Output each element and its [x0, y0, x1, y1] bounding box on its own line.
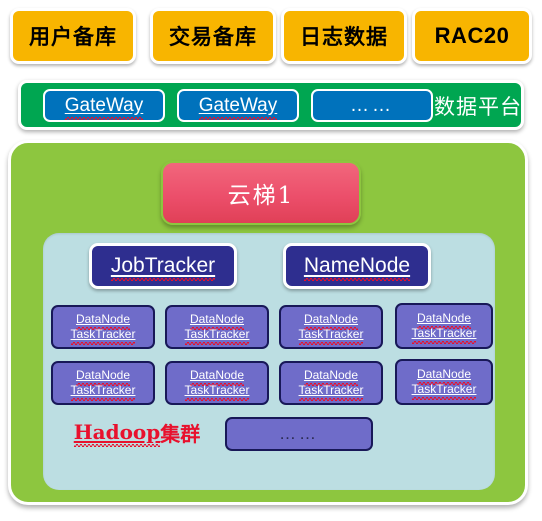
yunti-node[interactable]: 云梯1 — [161, 161, 361, 225]
datanode-label-1: DataNode — [75, 312, 131, 330]
datanode-tasktracker-5[interactable]: DataNode TaskTracker — [51, 361, 155, 405]
datanode-label-4: DataNode — [416, 311, 472, 329]
cluster-container: 云梯1 JobTracker NameNode DataNode TaskTra… — [8, 140, 528, 505]
source-box-log-data[interactable]: 日志数据 — [281, 8, 407, 64]
data-platform-bar: GateWay GateWay …… 数据平台 — [18, 80, 524, 130]
hadoop-caption-suffix: 集群 — [160, 421, 201, 446]
tasktracker-label-1: TaskTracker — [70, 327, 136, 345]
datanode-tasktracker-6[interactable]: DataNode TaskTracker — [165, 361, 269, 405]
datanode-tasktracker-8[interactable]: DataNode TaskTracker — [395, 359, 493, 405]
datanode-label-5: DataNode — [75, 368, 131, 386]
tasktracker-label-5: TaskTracker — [70, 383, 136, 401]
datanode-tasktracker-7[interactable]: DataNode TaskTracker — [279, 361, 383, 405]
source-box-user-backup[interactable]: 用户备库 — [10, 8, 136, 64]
gateway-box-more[interactable]: …… — [311, 89, 433, 122]
tasktracker-label-7: TaskTracker — [298, 383, 364, 401]
data-platform-label: 数据平台 — [434, 94, 522, 119]
tasktracker-label-8: TaskTracker — [411, 382, 477, 400]
datanode-label-2: DataNode — [189, 312, 245, 330]
source-box-rac20[interactable]: RAC20 — [412, 8, 532, 64]
jobtracker-node[interactable]: JobTracker — [89, 243, 237, 289]
tasktracker-label-4: TaskTracker — [411, 326, 477, 344]
gateway-ellipsis-label: …… — [350, 94, 394, 116]
source-systems-row: 用户备库 交易备库 日志数据 RAC20 — [10, 8, 532, 68]
hadoop-cluster-panel: JobTracker NameNode DataNode TaskTracker… — [43, 233, 495, 490]
datanode-label-8: DataNode — [416, 367, 472, 385]
jobtracker-label: JobTracker — [110, 254, 216, 281]
datanode-tasktracker-4[interactable]: DataNode TaskTracker — [395, 303, 493, 349]
gateway-box-1[interactable]: GateWay — [43, 89, 165, 122]
tasktracker-label-6: TaskTracker — [184, 383, 250, 401]
source-box-transaction-backup[interactable]: 交易备库 — [150, 8, 276, 64]
datanode-tasktracker-3[interactable]: DataNode TaskTracker — [279, 305, 383, 349]
datanode-tasktracker-1[interactable]: DataNode TaskTracker — [51, 305, 155, 349]
gateway-box-2[interactable]: GateWay — [177, 89, 299, 122]
datanode-more-box[interactable]: …… — [225, 417, 373, 451]
datanode-label-7: DataNode — [303, 368, 359, 386]
datanode-label-6: DataNode — [189, 368, 245, 386]
namenode-node[interactable]: NameNode — [283, 243, 431, 289]
tasktracker-label-2: TaskTracker — [184, 327, 250, 345]
datanode-tasktracker-2[interactable]: DataNode TaskTracker — [165, 305, 269, 349]
gateway-label-2: GateWay — [198, 94, 278, 120]
tasktracker-label-3: TaskTracker — [298, 327, 364, 345]
hadoop-cluster-caption: Hadoop 集群 — [61, 415, 213, 449]
datanode-label-3: DataNode — [303, 312, 359, 330]
gateway-label-1: GateWay — [64, 94, 144, 120]
hadoop-caption-prefix: Hadoop — [73, 420, 161, 447]
namenode-label: NameNode — [303, 254, 411, 281]
